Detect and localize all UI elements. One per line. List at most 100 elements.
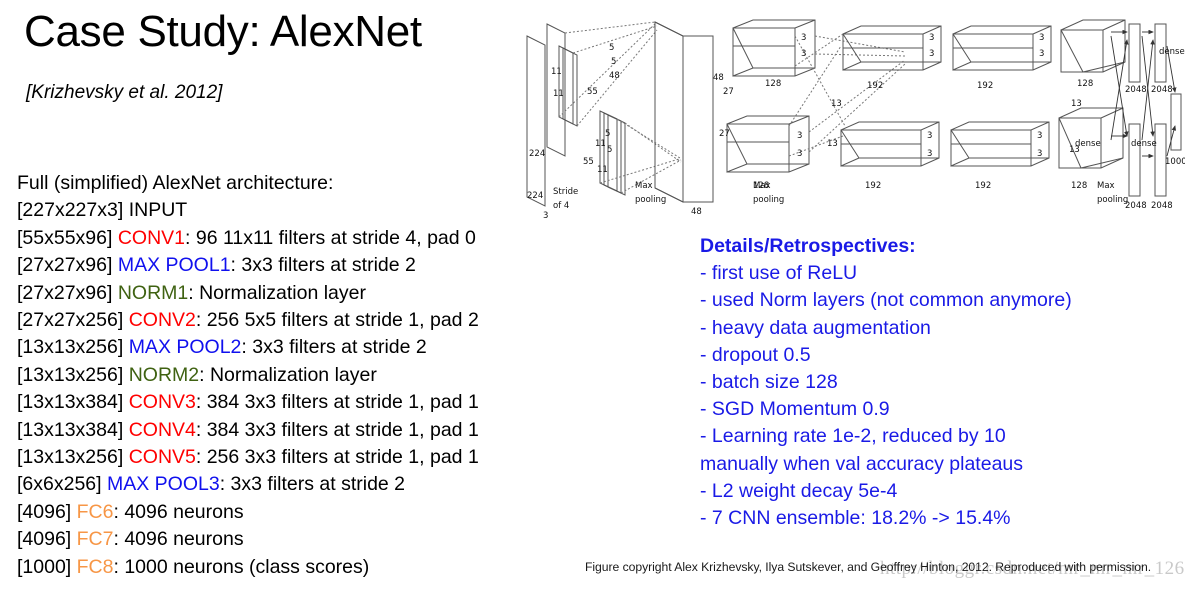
figure-label-kernel-5-b: 5	[611, 57, 616, 67]
layer-description: : 1000 neurons (class scores)	[113, 555, 370, 578]
layer-name: CONV5	[128, 446, 196, 469]
figure-label-input-width: 224	[527, 191, 543, 201]
layer-description: : Normalization layer	[188, 281, 366, 304]
figure-label-kernel-3-a: 3	[801, 33, 806, 43]
figure-label-kernel-3-l: 3	[1037, 149, 1042, 159]
layer-dimensions: [4096]	[17, 528, 72, 551]
layer-description: : 4096 neurons	[113, 528, 244, 551]
details-bullet: manually when val accuracy plateaus	[700, 452, 1024, 475]
layer-name: CONV1	[117, 226, 186, 249]
figure-label-dense-b: dense	[1131, 139, 1157, 149]
figure-caption: Figure copyright Alex Krizhevsky, Ilya S…	[585, 560, 1152, 574]
figure-label-kernel-3-h: 3	[927, 149, 932, 159]
layer-description: : 4096 neurons	[113, 500, 244, 523]
figure-label-stride-line1: Stride	[553, 187, 578, 197]
figure-label-dense-a: dense	[1075, 139, 1101, 149]
figure-label-kernel-3-c: 3	[797, 131, 802, 141]
figure-label-conv2-size-bottom: 27	[719, 129, 730, 139]
figure-label-kernel-3-f: 3	[929, 49, 934, 59]
figure-label-maxpool-3-line1: Max	[1097, 181, 1115, 191]
figure-label-conv3-depth-bottom: 192	[865, 181, 881, 191]
details-panel: Details/Retrospectives: - first use of R…	[700, 233, 1072, 532]
architecture-line: [13x13x384] CONV4: 384 3x3 filters at st…	[17, 417, 479, 444]
architecture-line: [13x13x256] MAX POOL2: 3x3 filters at st…	[17, 334, 479, 361]
architecture-line: [6x6x256] MAX POOL3: 3x3 filters at stri…	[17, 471, 479, 498]
figure-label-kernel-5-c: 5	[605, 129, 610, 139]
figure-label-fc-2048-a: 2048	[1125, 85, 1147, 95]
layer-dimensions: [6x6x256]	[17, 473, 102, 496]
layer-dimensions: [13x13x384]	[17, 418, 124, 441]
figure-label-kernel-3-i: 3	[1039, 33, 1044, 43]
layer-name: CONV2	[128, 309, 196, 332]
layer-dimensions: [1000]	[17, 555, 72, 578]
figure-label-conv4-depth-top: 192	[977, 81, 993, 91]
figure-label-conv3-size-a: 13	[831, 99, 842, 109]
figure-label-filter-11-a: 11	[551, 67, 562, 77]
details-bullet: - dropout 0.5	[700, 343, 811, 366]
details-heading: Details/Retrospectives:	[700, 235, 916, 257]
layer-dimensions: [13x13x384]	[17, 391, 124, 414]
figure-label-maxpool-3-line2: pooling	[1097, 195, 1128, 205]
layer-dimensions: [27x27x256]	[17, 309, 124, 332]
figure-label-maxpool-1-line2: pooling	[635, 195, 666, 205]
layer-dimensions: [13x13x256]	[17, 363, 124, 386]
figure-label-conv1-size-bottom: 55	[583, 157, 594, 167]
architecture-list: Full (simplified) AlexNet architecture: …	[17, 170, 479, 581]
architecture-lines: [227x227x3] INPUT [55x55x96] CONV1: 96 11…	[17, 197, 479, 581]
architecture-line: [55x55x96] CONV1: 96 11x11 filters at st…	[17, 225, 479, 252]
layer-name: MAX POOL2	[128, 336, 242, 359]
layer-name: MAX POOL1	[117, 254, 231, 277]
layer-dimensions: [227x227x3]	[17, 199, 124, 222]
layer-dimensions: [27x27x96]	[17, 281, 113, 304]
figure-label-conv2-depth-top: 48	[713, 73, 724, 83]
citation-text: [Krizhevsky et al. 2012]	[26, 82, 223, 103]
layer-description: : 256 5x5 filters at stride 1, pad 2	[195, 309, 479, 332]
details-bullet: - used Norm layers (not common anymore)	[700, 289, 1072, 312]
figure-label-input-depth: 3	[543, 211, 548, 221]
layer-description: : 384 3x3 filters at stride 1, pad 1	[195, 418, 479, 441]
alexnet-architecture-diagram: 224 224 3 11 11 11 11 Stride of 4 55 55 …	[505, 6, 1185, 226]
layer-description: : 384 3x3 filters at stride 1, pad 1	[195, 391, 479, 414]
figure-label-kernel-3-d: 3	[797, 149, 802, 159]
layer-dimensions: [4096]	[17, 500, 72, 523]
figure-label-conv1-depth-top: 48	[609, 71, 620, 81]
figure-label-conv5-depth-bottom: 128	[1071, 181, 1087, 191]
layer-name: NORM2	[128, 363, 200, 386]
layer-dimensions: [27x27x96]	[17, 254, 113, 277]
layer-dimensions: [13x13x256]	[17, 446, 124, 469]
layer-dimensions: [55x55x96]	[17, 226, 113, 249]
figure-label-conv3-size-b: 13	[827, 139, 838, 149]
layer-name: MAX POOL3	[106, 473, 220, 496]
figure-label-output-1000: 1000	[1165, 157, 1185, 167]
details-bullet: - 7 CNN ensemble: 18.2% -> 15.4%	[700, 507, 1011, 530]
figure-label-maxpool-2-line2: pooling	[753, 195, 784, 205]
layer-name: FC8	[76, 555, 114, 578]
figure-label-kernel-3-j: 3	[1039, 49, 1044, 59]
figure-label-conv2-depth-a: 128	[765, 79, 781, 89]
architecture-line: [4096] FC7: 4096 neurons	[17, 526, 479, 553]
figure-label-kernel-3-g: 3	[927, 131, 932, 141]
figure-label-kernel-3-b: 3	[801, 49, 806, 59]
details-bullet: - Learning rate 1e-2, reduced by 10	[700, 425, 1006, 448]
architecture-line: [27x27x96] MAX POOL1: 3x3 filters at str…	[17, 252, 479, 279]
architecture-line: [1000] FC8: 1000 neurons (class scores)	[17, 554, 479, 581]
architecture-heading: Full (simplified) AlexNet architecture:	[17, 172, 334, 194]
figure-label-dense-c: dense	[1159, 47, 1185, 57]
figure-label-input-height: 224	[529, 149, 545, 159]
figure-label-kernel-3-k: 3	[1037, 131, 1042, 141]
figure-label-conv1-size-top: 55	[587, 87, 598, 97]
page-title: Case Study: AlexNet	[24, 7, 422, 56]
layer-name: NORM1	[117, 281, 189, 304]
layer-name: FC7	[76, 528, 114, 551]
architecture-line: [13x13x384] CONV3: 384 3x3 filters at st…	[17, 389, 479, 416]
architecture-line: [27x27x256] CONV2: 256 5x5 filters at st…	[17, 307, 479, 334]
layer-name: CONV3	[128, 391, 196, 414]
figure-label-filter-11-b: 11	[553, 89, 564, 99]
details-bullet: - heavy data augmentation	[700, 316, 931, 339]
layer-dimensions: [13x13x256]	[17, 336, 124, 359]
details-bullet-list: - first use of ReLU - used Norm layers (n…	[700, 260, 1072, 532]
figure-label-conv1-depth-bottom: 48	[691, 207, 702, 217]
layer-description: : 3x3 filters at stride 2	[230, 254, 416, 277]
details-bullet: - first use of ReLU	[700, 262, 858, 285]
figure-label-conv5-depth-top: 128	[1077, 79, 1093, 89]
